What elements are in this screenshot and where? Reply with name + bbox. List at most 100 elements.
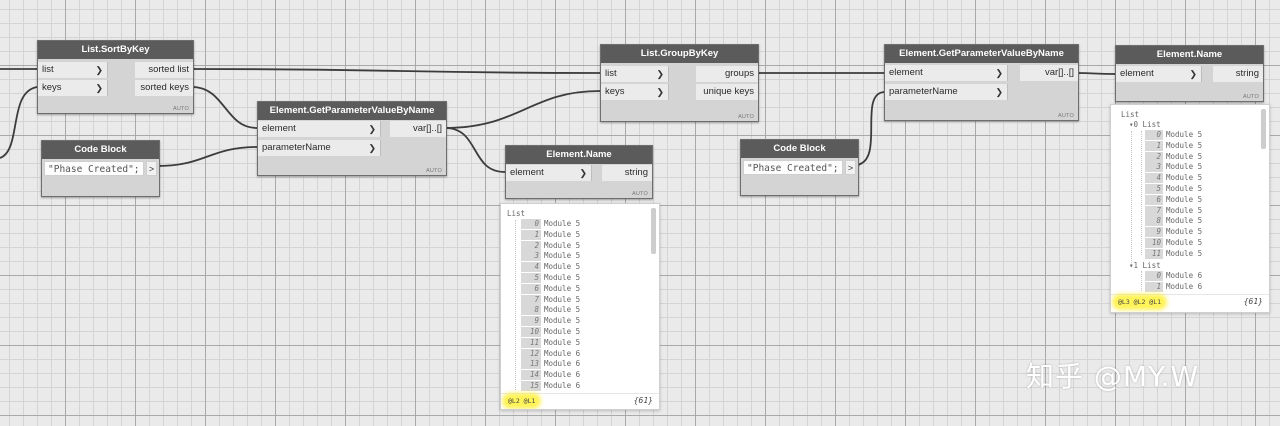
output-port-var[interactable]: var[]..[]	[1020, 65, 1078, 81]
lacing-label: AUTO	[738, 114, 754, 120]
list-item-index: 2	[1145, 151, 1163, 162]
list-item-index: 6	[1145, 194, 1163, 205]
list-item-index: 0	[521, 219, 541, 229]
list-item: 7 Module 5	[1145, 205, 1202, 216]
watch-preview-2[interactable]: List ▾0 List 0 Module 5 1 Module 5 2 Module 5…	[1110, 104, 1270, 313]
list-item: 14 Module 6	[521, 370, 581, 381]
list-item-value: Module 5	[1166, 238, 1203, 247]
watch-preview-1[interactable]: List 0 Module 5 1 Module 5 2 Module 5 3 Module …	[500, 203, 660, 410]
wire-into-sort-keys	[0, 86, 38, 159]
list-item-index: 10	[1145, 238, 1163, 248]
input-port-list[interactable]: list ❯	[38, 62, 108, 78]
list-item: 9 Module 5	[1145, 227, 1202, 238]
tree-guide-line	[1141, 271, 1142, 291]
list-item-value: Module 5	[1166, 184, 1203, 193]
list-item-value: Module 5	[1166, 248, 1203, 258]
scrollbar-thumb[interactable]	[651, 208, 656, 254]
groupbykey-node[interactable]: List.GroupByKey list ❯ keys ❯ groups uniqu…	[600, 44, 759, 122]
output-port-sorted-keys[interactable]: sorted keys	[135, 80, 193, 96]
sortbykey-node[interactable]: List.SortByKey list ❯ keys ❯ sorted list s…	[37, 40, 194, 114]
list-item-index: 4	[521, 262, 541, 273]
list-item-index: 2	[521, 240, 541, 251]
input-port-keys[interactable]: keys ❯	[38, 80, 108, 96]
wire-getparam1-to-groupkeys	[444, 90, 601, 129]
output-port-string[interactable]: string	[1213, 66, 1263, 82]
input-port-element[interactable]: element ❯	[258, 121, 381, 137]
list-item-value: Module 5	[544, 294, 581, 304]
list-item-value: Module 5	[1166, 130, 1203, 139]
list-levels-badge[interactable]: @L2 @L1	[505, 396, 539, 406]
wire-sortedlist-to-grouplist	[191, 68, 601, 74]
list-item-index: 9	[1145, 227, 1163, 238]
list-item: 8 Module 5	[521, 305, 581, 316]
input-port-element[interactable]: element ❯	[1116, 66, 1202, 82]
lacing-label: AUTO	[1243, 94, 1259, 100]
output-port-sorted-list[interactable]: sorted list	[135, 62, 193, 78]
list-item-index: 8	[1145, 216, 1163, 227]
list-item-index: 12	[521, 348, 541, 359]
output-port[interactable]: >	[146, 161, 157, 176]
list-item: 11 Module 5	[1145, 248, 1203, 259]
list-item: 0 Module 5	[1145, 130, 1202, 140]
list-item: 5 Module 5	[1145, 184, 1202, 194]
list-item: 13 Module 6	[521, 359, 581, 370]
lacing-label: AUTO	[173, 106, 189, 112]
list-item-index: 11	[1145, 248, 1163, 259]
list-levels-badge[interactable]: @L3 @L2 @L1	[1115, 297, 1165, 307]
tree-guide-line	[1141, 131, 1142, 255]
scrollbar-thumb[interactable]	[1261, 109, 1266, 149]
output-port-var[interactable]: var[]..[]	[390, 121, 446, 137]
list-item: 5 Module 5	[521, 273, 580, 283]
input-port-list[interactable]: list ❯	[601, 66, 669, 82]
chevron-right-icon: ❯	[579, 168, 587, 178]
list-item-index: 0	[1145, 271, 1163, 281]
lacing-label: AUTO	[1058, 113, 1074, 119]
preview-footer: @L2 @L1 {61}	[501, 393, 659, 408]
list-item-index: 1	[1145, 281, 1163, 292]
get-parameter-node[interactable]: Element.GetParameterValueByName element ❯…	[884, 44, 1079, 121]
chevron-right-icon: ❯	[656, 87, 664, 97]
input-port-element[interactable]: element ❯	[506, 165, 592, 181]
list-item-value: Module 6	[544, 370, 581, 380]
code-block-node[interactable]: Code Block "Phase Created"; >	[740, 139, 859, 196]
port-label: list	[42, 64, 54, 75]
output-port-groups[interactable]: groups	[696, 66, 758, 82]
port-label: list	[605, 68, 617, 79]
list-item-index: 14	[521, 370, 541, 381]
input-port-parametername[interactable]: parameterName ❯	[258, 140, 381, 156]
chevron-right-icon: ❯	[656, 69, 664, 79]
lacing-label: AUTO	[632, 191, 648, 197]
input-port-keys[interactable]: keys ❯	[601, 84, 669, 100]
watermark-text: 知乎 @MY.W	[1026, 360, 1200, 393]
list-item-value: Module 5	[544, 305, 581, 315]
element-name-node[interactable]: Element.Name element ❯ string AUTO	[505, 145, 653, 199]
list-item-value: Module 6	[544, 359, 581, 369]
wire-sortedkeys-to-getparam1	[191, 86, 258, 129]
preview-list-header: List	[1121, 110, 1140, 119]
list-item-value: Module 5	[1166, 140, 1203, 150]
code-editor[interactable]: "Phase Created";	[44, 161, 144, 176]
list-item-value: Module 5	[544, 251, 581, 261]
wire-code1-to-getparam1	[157, 146, 258, 167]
get-parameter-node[interactable]: Element.GetParameterValueByName element ❯…	[257, 101, 447, 176]
list-item-value: Module 5	[544, 262, 581, 272]
input-port-parametername[interactable]: parameterName ❯	[885, 84, 1008, 100]
output-port-unique-keys[interactable]: unique keys	[696, 84, 758, 100]
port-label: element	[262, 123, 296, 134]
port-label: keys	[42, 82, 62, 93]
sublist-header[interactable]: ▾1 List	[1129, 261, 1161, 270]
sublist-header[interactable]: ▾0 List	[1129, 120, 1161, 129]
list-item-value: Module 5	[1166, 216, 1203, 226]
code-block-node[interactable]: Code Block "Phase Created"; >	[41, 140, 160, 197]
list-item: 6 Module 5	[521, 283, 580, 294]
list-item: 3 Module 5	[521, 251, 581, 262]
input-port-element[interactable]: element ❯	[885, 65, 1008, 81]
lacing-label: AUTO	[426, 168, 442, 174]
output-port[interactable]: >	[845, 160, 856, 175]
output-port-string[interactable]: string	[602, 165, 652, 181]
list-item-value: Module 5	[544, 240, 581, 250]
code-editor[interactable]: "Phase Created";	[743, 160, 843, 175]
element-name-node[interactable]: Element.Name element ❯ string AUTO	[1115, 45, 1264, 102]
port-label: keys	[605, 86, 625, 97]
list-item: 2 Module 5	[521, 240, 581, 251]
